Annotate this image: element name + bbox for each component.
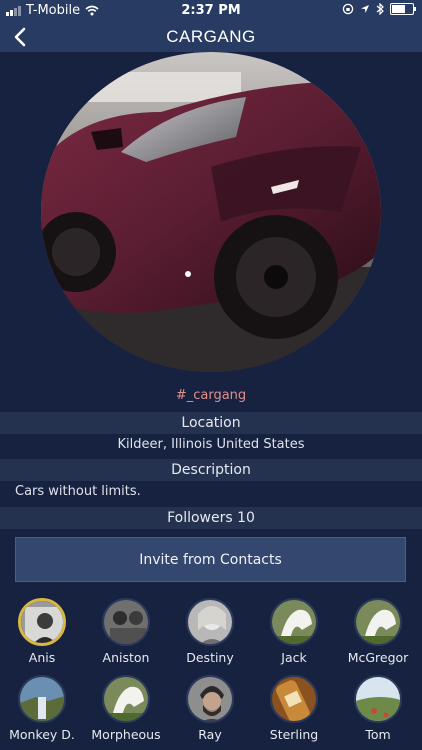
avatar	[18, 675, 66, 723]
avatar	[354, 675, 402, 723]
follower-name: Monkey D.	[9, 727, 75, 742]
follower-name: Sterling	[269, 727, 319, 742]
description-header: Description	[0, 459, 422, 481]
location-header: Location	[0, 412, 422, 434]
avatar	[354, 598, 402, 646]
follower-name: Tom	[365, 727, 391, 742]
follower-name: Aniston	[102, 650, 150, 665]
avatar	[186, 598, 234, 646]
follower-item[interactable]: Morpheous	[86, 675, 166, 742]
follower-item[interactable]: Anis	[2, 598, 82, 665]
back-button[interactable]	[8, 24, 32, 50]
avatar	[270, 598, 318, 646]
follower-item[interactable]: Aniston	[86, 598, 166, 665]
follower-name: McGregor	[347, 650, 409, 665]
follower-item[interactable]: McGregor	[338, 598, 418, 665]
avatar	[186, 675, 234, 723]
group-cover-image	[41, 52, 381, 372]
follower-name: Ray	[198, 727, 222, 742]
navigation-bar: CARGANG	[0, 22, 422, 52]
followers-header: Followers 10	[0, 507, 422, 529]
follower-name: Anis	[28, 650, 56, 665]
description-value: Cars without limits.	[15, 484, 141, 499]
follower-name: Jack	[281, 650, 307, 665]
location-arrow-icon	[361, 5, 369, 13]
group-hashtag[interactable]: #_cargang	[0, 388, 422, 403]
follower-item[interactable]: Monkey D.	[2, 675, 82, 742]
avatar	[18, 598, 66, 646]
follower-item[interactable]: Jack	[254, 598, 334, 665]
follower-item[interactable]: Destiny	[170, 598, 250, 665]
description-label: Description	[171, 462, 251, 478]
invite-from-contacts-button[interactable]: Invite from Contacts	[15, 537, 406, 582]
invite-button-label: Invite from Contacts	[139, 551, 282, 568]
location-label: Location	[181, 415, 241, 431]
status-bar: T-Mobile 2:37 PM	[0, 0, 422, 22]
page-title: CARGANG	[166, 27, 256, 46]
follower-item[interactable]: Sterling	[254, 675, 334, 742]
orientation-lock-icon	[342, 3, 354, 15]
follower-name: Morpheous	[91, 727, 161, 742]
bluetooth-icon	[376, 3, 384, 15]
chevron-left-icon	[14, 27, 26, 47]
follower-item[interactable]: Ray	[170, 675, 250, 742]
follower-item[interactable]: Tom	[338, 675, 418, 742]
avatar	[102, 598, 150, 646]
location-value: Kildeer, Illinois United States	[117, 437, 305, 452]
avatar	[270, 675, 318, 723]
avatar	[102, 675, 150, 723]
battery-icon	[390, 3, 416, 15]
followers-count-label: Followers 10	[167, 510, 255, 526]
follower-name: Destiny	[186, 650, 234, 665]
